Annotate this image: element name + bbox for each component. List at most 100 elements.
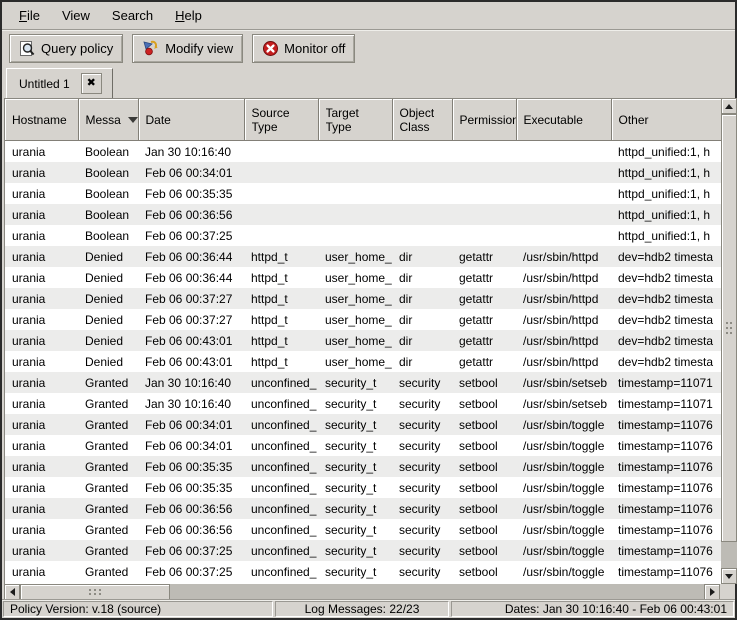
scroll-down-button[interactable] <box>721 568 737 584</box>
table-row[interactable]: uraniaDeniedFeb 06 00:36:44httpd_tuser_h… <box>5 267 721 288</box>
table-row[interactable]: uraniaDeniedFeb 06 00:36:44httpd_tuser_h… <box>5 246 721 267</box>
table-cell <box>318 225 392 246</box>
table-row[interactable]: uraniaBooleanJan 30 10:16:40httpd_unifie… <box>5 141 721 163</box>
horizontal-scroll-thumb[interactable] <box>20 584 170 600</box>
table-cell <box>244 141 318 163</box>
scroll-left-button[interactable] <box>4 584 20 600</box>
table-cell: httpd_t <box>244 267 318 288</box>
column-header-target-type[interactable]: Target Type <box>318 99 392 141</box>
table-cell: Jan 30 10:16:40 <box>138 393 244 414</box>
table-cell: dev=hdb2 timesta <box>611 288 721 309</box>
scroll-up-button[interactable] <box>721 98 737 114</box>
horizontal-scrollbar[interactable] <box>4 584 720 600</box>
table-row[interactable]: uraniaGrantedFeb 06 00:35:35unconfined_s… <box>5 456 721 477</box>
table-cell: /usr/sbin/toggle <box>516 561 611 582</box>
tab-untitled-1[interactable]: Untitled 1 ✖ <box>6 68 113 98</box>
table-cell <box>452 225 516 246</box>
table-cell <box>392 141 452 163</box>
table-row[interactable]: uraniaGrantedFeb 06 00:35:35unconfined_s… <box>5 477 721 498</box>
table-cell <box>516 141 611 163</box>
table-row[interactable]: uraniaGrantedFeb 06 00:36:56unconfined_s… <box>5 498 721 519</box>
table-row[interactable]: uraniaGrantedFeb 06 00:34:01unconfined_s… <box>5 435 721 456</box>
table-cell <box>318 162 392 183</box>
table-cell: Feb 06 00:43:01 <box>138 351 244 372</box>
column-header-object-class[interactable]: Object Class <box>392 99 452 141</box>
menu-item-view[interactable]: View <box>51 4 101 27</box>
column-header-hostname[interactable]: Hostname <box>5 99 78 141</box>
table-cell: unconfined_ <box>244 519 318 540</box>
table-row[interactable]: uraniaGrantedFeb 06 00:37:25unconfined_s… <box>5 540 721 561</box>
table-cell <box>452 183 516 204</box>
table-cell: dev=hdb2 timesta <box>611 267 721 288</box>
monitor-off-button[interactable]: Monitor off <box>252 34 355 63</box>
table-cell: Denied <box>78 309 138 330</box>
table-cell: timestamp=11076 <box>611 435 721 456</box>
query-policy-button[interactable]: Query policy <box>9 34 123 63</box>
table-cell: Feb 06 00:36:56 <box>138 519 244 540</box>
table-cell: httpd_unified:1, h <box>611 183 721 204</box>
table-row[interactable]: uraniaGrantedJan 30 10:16:40unconfined_s… <box>5 393 721 414</box>
table-row[interactable]: uraniaGrantedFeb 06 00:37:25unconfined_s… <box>5 561 721 582</box>
table-cell: Boolean <box>78 204 138 225</box>
table-cell: setbool <box>452 372 516 393</box>
table-cell: urania <box>5 498 78 519</box>
modify-view-button[interactable]: Modify view <box>132 34 243 63</box>
table-cell: httpd_unified:1, h <box>611 204 721 225</box>
table-row[interactable]: uraniaDeniedFeb 06 00:43:01httpd_tuser_h… <box>5 351 721 372</box>
table-cell: dev=hdb2 timesta <box>611 351 721 372</box>
tab-strip: Untitled 1 ✖ <box>2 66 735 98</box>
table-cell: Feb 06 00:36:56 <box>138 498 244 519</box>
table-cell <box>452 204 516 225</box>
column-header-messa[interactable]: Messa <box>78 99 138 141</box>
table-row[interactable]: uraniaDeniedFeb 06 00:37:27httpd_tuser_h… <box>5 309 721 330</box>
table-cell: Boolean <box>78 183 138 204</box>
vertical-scrollbar[interactable] <box>721 98 737 584</box>
table-cell <box>318 183 392 204</box>
column-header-other[interactable]: Other <box>611 99 721 141</box>
column-header-permission[interactable]: Permission <box>452 99 516 141</box>
table-cell <box>318 141 392 163</box>
table-row[interactable]: uraniaBooleanFeb 06 00:37:25httpd_unifie… <box>5 225 721 246</box>
menu-item-help[interactable]: Help <box>164 4 213 27</box>
table-row[interactable]: uraniaGrantedFeb 06 00:34:01unconfined_s… <box>5 414 721 435</box>
grip-icon <box>89 589 101 595</box>
tab-close-button[interactable]: ✖ <box>81 73 102 94</box>
toolbar: Query policy Modify view Monitor off <box>2 30 735 66</box>
table-cell: security <box>392 393 452 414</box>
table-row[interactable]: uraniaDeniedFeb 06 00:37:27httpd_tuser_h… <box>5 288 721 309</box>
table-cell: dir <box>392 330 452 351</box>
table-row[interactable]: uraniaBooleanFeb 06 00:36:56httpd_unifie… <box>5 204 721 225</box>
table-cell: getattr <box>452 267 516 288</box>
table-row[interactable]: uraniaGrantedJan 30 10:16:40unconfined_s… <box>5 372 721 393</box>
table-cell: Boolean <box>78 225 138 246</box>
column-header-label: Source Type <box>252 106 290 134</box>
arrow-right-icon <box>710 588 715 596</box>
table-cell <box>452 141 516 163</box>
column-header-label: Other <box>619 113 649 127</box>
scroll-right-button[interactable] <box>704 584 720 600</box>
table-cell: urania <box>5 309 78 330</box>
table-row[interactable]: uraniaBooleanFeb 06 00:34:01httpd_unifie… <box>5 162 721 183</box>
log-table: HostnameMessaDateSource TypeTarget TypeO… <box>5 99 721 582</box>
table-cell: unconfined_ <box>244 435 318 456</box>
column-header-date[interactable]: Date <box>138 99 244 141</box>
table-cell: /usr/sbin/toggle <box>516 540 611 561</box>
table-cell: security <box>392 456 452 477</box>
menu-item-search[interactable]: Search <box>101 4 164 27</box>
vertical-scroll-thumb[interactable] <box>721 114 737 542</box>
column-header-executable[interactable]: Executable <box>516 99 611 141</box>
table-cell: Denied <box>78 246 138 267</box>
table-cell: security_t <box>318 435 392 456</box>
table-cell: /usr/sbin/setseb <box>516 372 611 393</box>
table-cell: /usr/sbin/setseb <box>516 393 611 414</box>
table-row[interactable]: uraniaBooleanFeb 06 00:35:35httpd_unifie… <box>5 183 721 204</box>
table-cell: Feb 06 00:37:25 <box>138 225 244 246</box>
column-header-source-type[interactable]: Source Type <box>244 99 318 141</box>
table-cell: user_home_ <box>318 309 392 330</box>
table-cell: setbool <box>452 498 516 519</box>
table-row[interactable]: uraniaGrantedFeb 06 00:36:56unconfined_s… <box>5 519 721 540</box>
table-cell: dir <box>392 288 452 309</box>
table-row[interactable]: uraniaDeniedFeb 06 00:43:01httpd_tuser_h… <box>5 330 721 351</box>
menu-item-file[interactable]: File <box>8 4 51 27</box>
table-cell: /usr/sbin/toggle <box>516 477 611 498</box>
